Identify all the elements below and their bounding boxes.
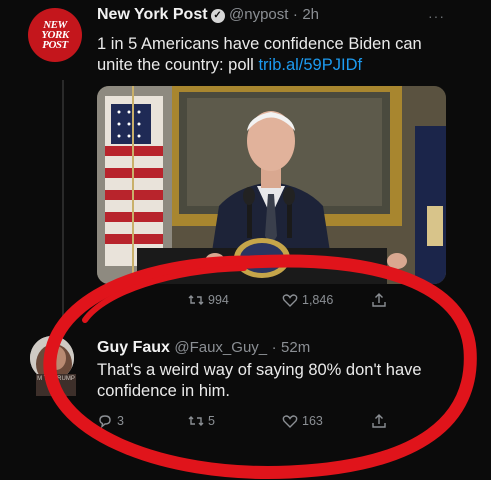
- avatar-badge: M TO TRUMP: [36, 374, 76, 396]
- share-action[interactable]: [371, 292, 387, 308]
- share-icon: [372, 414, 386, 428]
- verified-badge-icon: ✓: [210, 9, 225, 23]
- tweet-image[interactable]: [97, 86, 446, 284]
- like-action[interactable]: 163: [282, 413, 323, 429]
- separator-dot: ·: [292, 6, 298, 23]
- more-icon[interactable]: ···: [428, 8, 445, 24]
- thread-line: [62, 80, 64, 330]
- retweet-icon: [188, 416, 204, 426]
- retweet-action[interactable]: 994: [188, 292, 229, 308]
- author-name[interactable]: New York Post: [97, 6, 208, 23]
- like-icon: [282, 294, 298, 307]
- like-icon: [282, 415, 298, 428]
- reply-count: 3: [117, 414, 124, 428]
- tweet2-text: That's a weird way of saying 80% don't h…: [97, 361, 422, 400]
- press-photo: [97, 86, 446, 284]
- share-action[interactable]: [371, 413, 387, 429]
- author-name[interactable]: Guy Faux: [97, 339, 170, 356]
- author-handle[interactable]: @nypost: [229, 6, 288, 23]
- timestamp[interactable]: 52m: [281, 339, 310, 356]
- like-count: 163: [302, 414, 323, 428]
- tweet1-header: New York Post ✓ @nypost · 2h: [97, 6, 319, 24]
- author-handle[interactable]: @Faux_Guy_: [174, 339, 267, 356]
- separator-dot: ·: [271, 339, 277, 356]
- reply-action[interactable]: 3: [97, 413, 124, 429]
- like-count: 1,846: [302, 293, 334, 307]
- tweet1-text: 1 in 5 Americans have confidence Biden c…: [97, 34, 437, 76]
- tweet2-header: Guy Faux @Faux_Guy_ · 52m: [97, 339, 310, 357]
- avatar-text-line: POST: [42, 39, 68, 51]
- tweet-link[interactable]: trib.al/59PJIDf: [258, 56, 362, 74]
- retweet-count: 5: [208, 414, 215, 428]
- reply-icon: [99, 415, 111, 429]
- retweet-icon: [188, 295, 204, 305]
- share-icon: [372, 293, 386, 307]
- like-action[interactable]: 1,846: [282, 292, 333, 308]
- retweet-action[interactable]: 5: [188, 413, 215, 429]
- timestamp[interactable]: 2h: [302, 6, 319, 23]
- nypost-avatar[interactable]: NEW YORK POST: [28, 8, 82, 62]
- retweet-count: 994: [208, 293, 229, 307]
